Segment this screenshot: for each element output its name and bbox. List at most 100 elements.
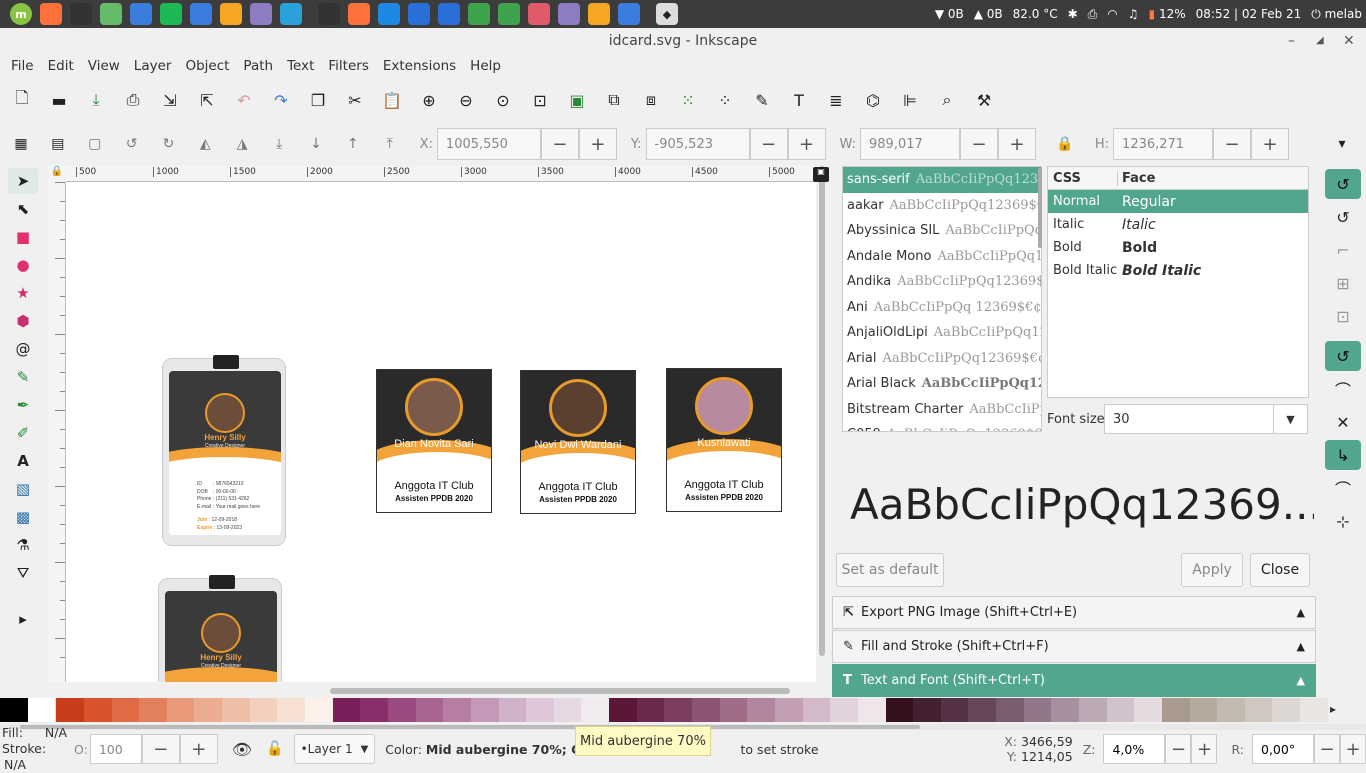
document2-icon[interactable] [438,3,460,25]
palette-swatch[interactable] [581,698,610,722]
duplicate-icon[interactable]: ▣ [563,86,591,114]
text-tool-icon[interactable]: A [8,448,38,474]
font-list-item[interactable]: Abyssinica SILAaBbCcIiPpQq123 [843,218,1041,244]
palette-swatch[interactable] [996,698,1024,722]
palette-swatch[interactable] [968,698,997,722]
snap-midpoint-icon[interactable]: ⊹ [1325,506,1361,536]
close-window-button[interactable]: ✕ [1343,28,1355,54]
files-icon[interactable] [130,3,152,25]
dock-fill-stroke[interactable]: ✎ Fill and Stroke (Shift+Ctrl+F) ▲ [832,630,1316,663]
opacity-increment-button[interactable]: + [179,734,218,764]
x-decrement-button[interactable]: − [540,128,579,160]
palette-swatch[interactable] [249,698,278,722]
layers-icon[interactable]: ≣ [822,86,850,114]
opacity-input[interactable] [89,734,142,764]
member-card[interactable]: Dian Novita Sari Anggota IT Club Assisten … [376,369,492,513]
font-face-table[interactable]: CSS Face Normal Regular Italic Italic Bold Bo… [1047,166,1309,398]
palette-swatch[interactable] [774,698,803,722]
rotate-up-button[interactable]: + [1340,734,1366,764]
snap-bbox-midpoint-icon[interactable]: ⊡ [1325,301,1361,331]
preferences-icon[interactable]: ⚒ [970,86,998,114]
palette-swatch[interactable] [498,698,527,722]
lock-ratio-icon[interactable]: 🔒 [1052,131,1078,157]
zoom-width-icon[interactable]: ⊡ [526,86,554,114]
dropper-tool-icon[interactable]: ⚗ [8,532,38,558]
inkscape-icon[interactable]: ◆ [656,3,678,25]
terminal2-icon[interactable] [318,3,340,25]
unlink-clone-icon[interactable]: ⧈ [637,86,665,114]
atom-icon[interactable] [100,3,122,25]
raise-top-icon[interactable]: ⤒ [377,131,403,157]
vscode-icon[interactable] [378,3,400,25]
layer-dropdown[interactable]: •Layer 1 ▼ [293,734,376,764]
palette-swatch[interactable] [27,698,57,722]
undo-icon[interactable]: ↶ [230,86,258,114]
minimize-button[interactable]: – [1288,28,1295,54]
palette-swatch[interactable] [111,698,140,722]
pdf2-icon[interactable] [588,3,610,25]
vertical-scrollbar[interactable] [816,166,830,686]
menu-filters[interactable]: Filters [321,58,375,74]
palette-swatch[interactable] [940,698,969,722]
visibility-eye-icon[interactable]: 👁 [232,740,252,759]
snap-smooth-icon[interactable]: ⌒ [1325,473,1361,503]
palette-swatch[interactable] [802,698,831,722]
zoom-page-icon[interactable]: ⊙ [489,86,517,114]
close-button[interactable]: Close [1250,553,1310,587]
mesh-tool-icon[interactable]: ▩ [8,504,38,530]
font-list-item[interactable]: Andale Mono AaBbCcIiPpQq1 [843,244,1041,270]
snap-intersection-icon[interactable]: ✕ [1325,407,1361,437]
palette-swatch[interactable] [526,698,554,722]
snap-nodes-icon[interactable]: ↺ [1325,341,1361,371]
palette-swatch[interactable] [692,698,720,722]
palette-swatch[interactable] [470,698,499,722]
pen-tool-icon[interactable]: ✒ [8,392,38,418]
rotate-cw-icon[interactable]: ↻ [156,131,182,157]
palette-swatch[interactable] [1134,698,1162,722]
fill-stroke-icon[interactable]: ✎ [748,86,776,114]
clock[interactable]: 08:52 | 02 Feb 21 [1196,7,1302,21]
x-increment-button[interactable]: + [578,128,617,160]
menu-path[interactable]: Path [236,58,280,74]
spiral-tool-icon[interactable]: @ [8,336,38,362]
dock-text-font[interactable]: T Text and Font (Shift+Ctrl+T) ▲ [832,664,1316,697]
font-list-scroll-thumb[interactable] [1038,168,1042,248]
wifi-icon[interactable]: ◠ [1107,7,1117,21]
palette-swatch[interactable] [1161,698,1190,722]
menu-file[interactable]: File [4,58,41,74]
notes2-icon[interactable] [558,3,580,25]
font-list-item[interactable]: C059AaBbCcIiPpQq12369$€¢? [843,422,1041,431]
palette-swatch[interactable] [747,698,775,722]
palette-swatch[interactable] [222,698,250,722]
palette-swatch[interactable] [857,698,886,722]
print-icon[interactable]: ⎙ [119,86,147,114]
bluetooth-icon[interactable]: ✱ [1068,7,1078,21]
firefox-icon[interactable] [40,3,62,25]
spreadsheet-icon[interactable] [468,3,490,25]
new-document-icon[interactable]: 🗋 [8,86,36,114]
member-card[interactable]: Novi Dwi Wardani Anggota IT Club Assisten … [520,370,636,514]
w-increment-button[interactable]: + [998,128,1037,160]
palette-swatch[interactable] [332,698,361,722]
terminal-icon[interactable] [70,3,92,25]
palette-swatch[interactable] [913,698,941,722]
zoom-in-button[interactable]: + [1191,734,1218,764]
w-input[interactable] [860,128,961,160]
camera-icon[interactable] [190,3,212,25]
font-list-item[interactable]: AniAaBbCcIiPpQq 12369$€¢?.;/ [843,295,1041,321]
opacity-decrement-button[interactable]: − [141,734,180,764]
snap-path-icon[interactable]: ⌒ [1325,374,1361,404]
y-decrement-button[interactable]: − [749,128,788,160]
telegram-icon[interactable] [280,3,302,25]
palette-swatch[interactable] [1106,698,1135,722]
zoom-drawing-icon[interactable]: ⊖ [452,86,480,114]
flip-horizontal-icon[interactable]: ◭ [192,131,218,157]
palette-swatch[interactable] [1051,698,1079,722]
y-increment-button[interactable]: + [787,128,826,160]
font-list-item[interactable]: AnjaliOldLipiAaBbCcIiPpQq123 [843,320,1041,346]
palette-scroll-thumb[interactable] [20,725,920,729]
palette-swatch[interactable] [194,698,223,722]
palette-swatch[interactable] [664,698,693,722]
copy-icon[interactable]: ❐ [304,86,332,114]
user-menu[interactable]: ⏻ melab [1311,7,1362,22]
